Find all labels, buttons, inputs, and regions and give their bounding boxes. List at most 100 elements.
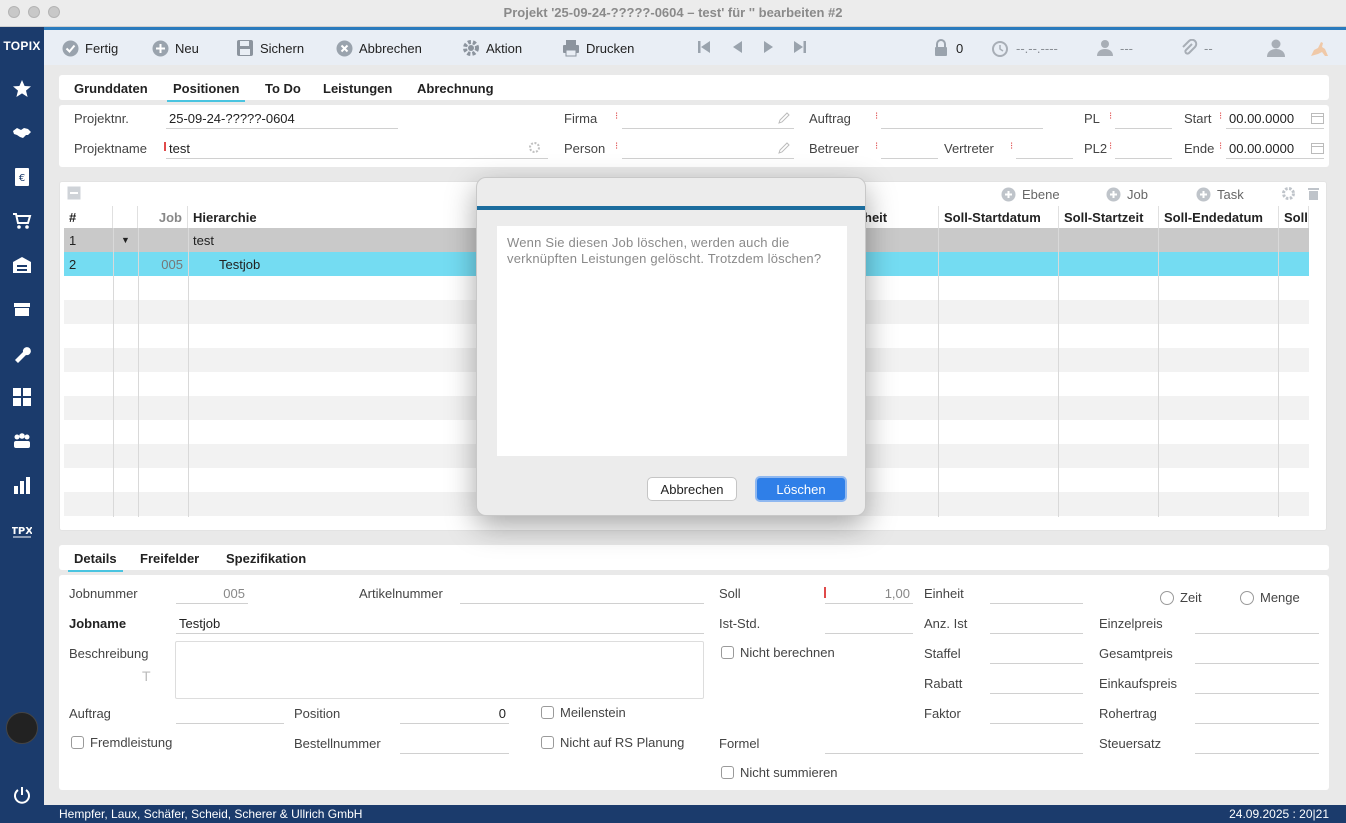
add-task-button[interactable]: Task	[1196, 184, 1244, 204]
plus-circle-icon	[152, 40, 169, 56]
col-header-soll-startzeit[interactable]: Soll-Startzeit	[1059, 206, 1159, 228]
user-indicator[interactable]: ---	[1096, 38, 1133, 58]
rabatt-field[interactable]	[990, 672, 1083, 694]
beschreibung-textarea[interactable]	[175, 641, 704, 699]
nicht-summieren-checkbox[interactable]	[721, 766, 734, 779]
formel-field[interactable]	[825, 732, 1083, 754]
start-date-field[interactable]: 00.00.0000	[1226, 107, 1324, 129]
grid-settings-icon[interactable]	[1281, 186, 1296, 201]
ende-date-field[interactable]: 00.00.0000	[1226, 137, 1324, 159]
tab-positionen[interactable]: Positionen	[167, 81, 246, 102]
pl2-field[interactable]	[1115, 137, 1172, 159]
drucken-button[interactable]: Drucken	[562, 38, 634, 58]
projektnr-field[interactable]: 25-09-24-?????-0604	[166, 107, 398, 129]
add-ebene-button[interactable]: Ebene	[1001, 184, 1060, 204]
last-record-icon[interactable]	[792, 39, 808, 55]
ist-std-field[interactable]	[825, 612, 913, 634]
col-header-expand[interactable]	[113, 206, 138, 228]
col-header-number[interactable]: #	[64, 206, 113, 228]
delete-confirm-dialog: Wenn Sie diesen Job löschen, werden auch…	[476, 177, 866, 516]
tpx-icon[interactable]: TPX	[12, 519, 32, 539]
gesamtpreis-field[interactable]	[1195, 642, 1319, 664]
pencil-icon[interactable]	[777, 141, 791, 155]
faktor-field[interactable]	[990, 702, 1083, 724]
firma-field[interactable]	[622, 107, 794, 129]
trash-icon[interactable]	[1307, 186, 1320, 201]
tab-grunddaten[interactable]: Grunddaten	[74, 81, 148, 96]
col-header-soll-startdatum[interactable]: Soll-Startdatum	[939, 206, 1059, 228]
tab-details[interactable]: Details	[68, 551, 123, 572]
zeit-radio[interactable]	[1160, 591, 1174, 605]
dialog-cancel-button[interactable]: Abbrechen	[647, 477, 737, 501]
power-icon[interactable]	[12, 785, 32, 805]
kangaroo-icon[interactable]	[1308, 38, 1330, 58]
calendar-icon[interactable]	[1311, 142, 1324, 154]
person-field[interactable]	[622, 137, 794, 159]
nicht-rs-planung-checkbox[interactable]	[541, 736, 554, 749]
betreuer-field[interactable]	[881, 137, 938, 159]
tab-todo[interactable]: To Do	[265, 81, 301, 96]
attachment-indicator[interactable]: --	[1180, 38, 1213, 58]
text-format-icon[interactable]: T	[142, 668, 151, 684]
previous-record-icon[interactable]	[730, 39, 746, 55]
einkaufspreis-field[interactable]	[1195, 672, 1319, 694]
pencil-icon[interactable]	[777, 111, 791, 125]
invoice-euro-icon[interactable]: €	[12, 167, 32, 187]
nicht-berechnen-checkbox[interactable]	[721, 646, 734, 659]
terminal-avatar-icon[interactable]	[6, 712, 38, 744]
fremdleistung-checkbox[interactable]	[71, 736, 84, 749]
meilenstein-checkbox[interactable]	[541, 706, 554, 719]
auftrag-field[interactable]	[881, 107, 1043, 129]
sichern-button[interactable]: Sichern	[236, 38, 304, 58]
tab-abrechnung[interactable]: Abrechnung	[417, 81, 494, 96]
settings-icon[interactable]	[528, 141, 541, 154]
warehouse-icon[interactable]	[12, 255, 32, 275]
add-job-button[interactable]: Job	[1106, 184, 1148, 204]
projektname-field[interactable]: test	[166, 137, 548, 159]
handshake-icon[interactable]	[12, 123, 32, 143]
people-icon[interactable]	[12, 431, 32, 451]
expand-triangle-icon[interactable]: ▼	[116, 228, 138, 252]
auftrag-field[interactable]	[176, 702, 284, 724]
tab-spezifikation[interactable]: Spezifikation	[226, 551, 306, 566]
position-field[interactable]: 0	[400, 702, 509, 724]
jobname-field[interactable]: Testjob	[176, 612, 704, 634]
col-header-einheit[interactable]: heit	[859, 206, 939, 228]
einheit-field[interactable]	[990, 582, 1083, 604]
star-icon[interactable]	[12, 79, 32, 99]
rohertrag-field[interactable]	[1195, 702, 1319, 724]
col-header-job[interactable]: Job	[138, 206, 188, 228]
einzelpreis-field[interactable]	[1195, 612, 1319, 634]
reminder-date-indicator[interactable]: --.--.----	[990, 38, 1058, 58]
abbrechen-button[interactable]: Abbrechen	[336, 38, 422, 58]
vertreter-field[interactable]	[1016, 137, 1073, 159]
staffel-field[interactable]	[990, 642, 1083, 664]
fertig-button[interactable]: Fertig	[62, 38, 118, 58]
jobnummer-field[interactable]: 005	[176, 582, 248, 604]
pl-field[interactable]	[1115, 107, 1172, 129]
menge-radio[interactable]	[1240, 591, 1254, 605]
artikelnummer-field[interactable]	[460, 582, 704, 604]
bar-chart-icon[interactable]	[12, 475, 32, 495]
soll-field[interactable]: 1,00	[825, 582, 913, 604]
steuersatz-field[interactable]	[1195, 732, 1319, 754]
lock-indicator[interactable]: 0	[932, 38, 963, 58]
tab-freifelder[interactable]: Freifelder	[140, 551, 199, 566]
first-record-icon[interactable]	[696, 39, 712, 55]
anz-ist-field[interactable]	[990, 612, 1083, 634]
calendar-icon[interactable]	[1311, 112, 1324, 124]
bestellnummer-field[interactable]	[400, 732, 509, 754]
aktion-button[interactable]: Aktion	[462, 38, 522, 58]
collapse-icon[interactable]	[67, 186, 81, 200]
next-record-icon[interactable]	[760, 39, 776, 55]
archive-box-icon[interactable]	[12, 299, 32, 319]
neu-button[interactable]: Neu	[152, 38, 199, 58]
tab-leistungen[interactable]: Leistungen	[323, 81, 392, 96]
dialog-delete-button[interactable]: Löschen	[755, 476, 847, 502]
user-profile-icon[interactable]	[1266, 38, 1286, 58]
cart-icon[interactable]	[12, 211, 32, 231]
wrench-icon[interactable]	[12, 343, 32, 363]
col-header-soll-more[interactable]: Soll-	[1279, 206, 1309, 228]
col-header-soll-endedatum[interactable]: Soll-Endedatum	[1159, 206, 1279, 228]
calculator-icon[interactable]	[12, 387, 32, 407]
